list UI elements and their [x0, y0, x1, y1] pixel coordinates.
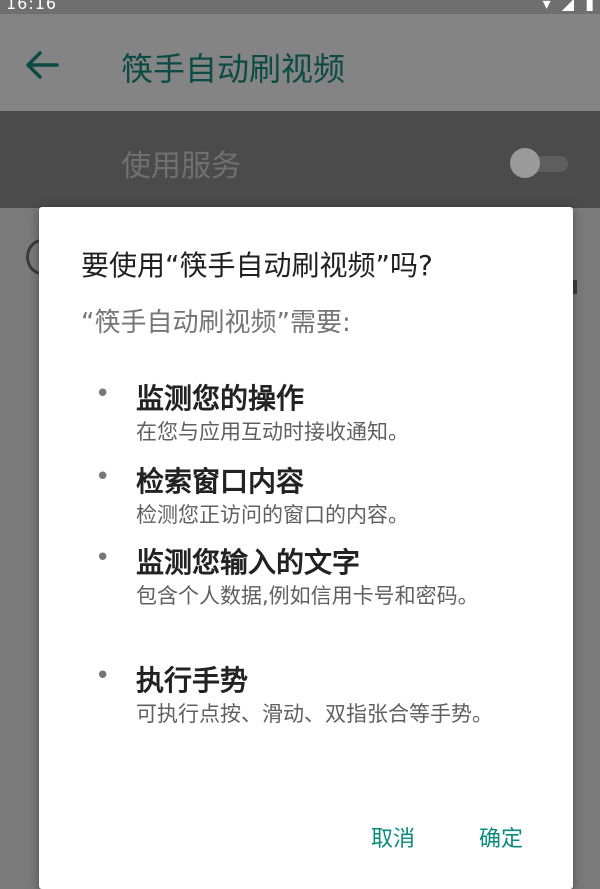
- use-service-label: 使用服务: [121, 149, 241, 184]
- permission-title: 检索窗口内容: [136, 465, 305, 498]
- use-service-toggle[interactable]: [510, 147, 570, 178]
- permission-description: 可执行点按、滑动、双指张合等手势。: [136, 702, 493, 726]
- dialog-actions: 取消 确定: [371, 821, 523, 853]
- status-time: 16:16: [6, 0, 58, 13]
- permission-dialog: 要使用“筷手自动刷视频”吗? “筷手自动刷视频”需要: • 监测您的操作 在您与…: [39, 207, 573, 889]
- background-edge: [573, 280, 577, 294]
- permission-title: 监测您的操作: [136, 382, 305, 415]
- permission-title: 监测您输入的文字: [136, 546, 361, 579]
- app-bar: 筷手自动刷视频: [0, 14, 600, 111]
- toggle-thumb: [510, 148, 540, 178]
- bullet: •: [95, 661, 111, 691]
- bullet: •: [95, 543, 111, 573]
- use-service-row[interactable]: 使用服务: [0, 111, 600, 208]
- permission-description: 包含个人数据,例如信用卡号和密码。: [136, 584, 479, 608]
- cancel-button[interactable]: 取消: [371, 821, 415, 853]
- dialog-title: 要使用“筷手自动刷视频”吗?: [81, 249, 433, 282]
- wifi-icon: ▾: [542, 0, 551, 13]
- status-bar: 16:16 ▾ ◢ ▮: [0, 0, 600, 14]
- back-button[interactable]: [22, 48, 62, 82]
- battery-icon: ▮: [585, 0, 594, 13]
- dialog-subtitle: “筷手自动刷视频”需要:: [81, 308, 351, 338]
- permission-description: 检测您正访问的窗口的内容。: [136, 503, 409, 527]
- permission-title: 执行手势: [136, 664, 249, 697]
- status-icons: ▾ ◢ ▮: [537, 0, 594, 13]
- bullet: •: [95, 462, 111, 492]
- bullet: •: [95, 379, 111, 409]
- arrow-left-icon: [26, 51, 59, 79]
- signal-icon: ◢: [561, 0, 575, 13]
- permission-description: 在您与应用互动时接收通知。: [136, 420, 409, 444]
- confirm-button[interactable]: 确定: [479, 821, 523, 853]
- page-title: 筷手自动刷视频: [121, 50, 346, 88]
